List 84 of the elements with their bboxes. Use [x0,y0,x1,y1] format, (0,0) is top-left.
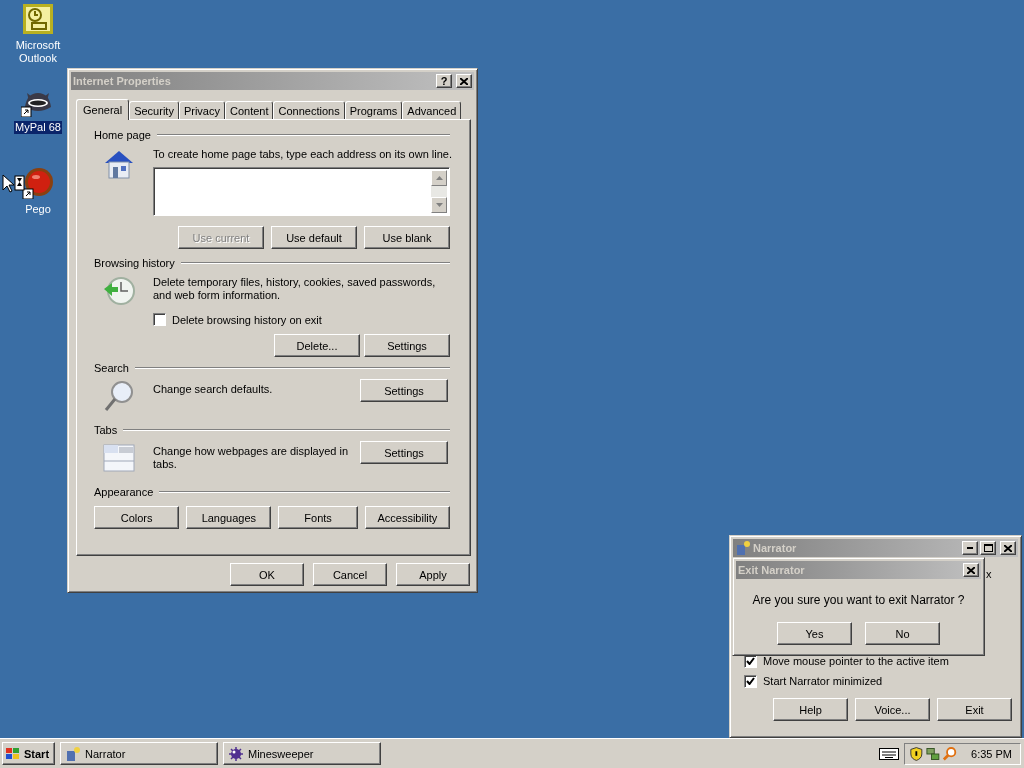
appearance-button[interactable]: Fonts [278,506,358,529]
ball-icon[interactable] [22,167,54,199]
scroll-down-button[interactable] [431,197,447,213]
appearance-button[interactable]: Languages [186,506,272,529]
outlook-icon[interactable] [22,3,54,35]
tab[interactable]: Content [224,101,274,119]
maximize-icon [983,544,993,552]
window-title: Internet Properties [73,75,172,87]
dialog-button[interactable]: Apply [396,563,470,586]
mine-icon [228,745,244,762]
checkbox[interactable] [153,313,166,326]
tab[interactable]: Privacy [178,101,225,119]
tabs-description: Change how webpages are displayed in tabs. [153,445,350,471]
appearance-button[interactable]: Colors [94,506,180,529]
confirmation-message: Are you sure you want to exit Narrator ? [751,593,966,607]
group-title: Search [94,362,129,374]
narrator-icon [65,745,81,762]
minimize-button[interactable] [962,541,978,555]
appearance-button[interactable]: Accessibility [364,506,450,529]
taskbar-button[interactable]: Minesweeper [223,742,381,765]
close-icon [1004,544,1012,552]
checkbox-label: Delete browsing history on exit [172,313,322,326]
home-page-button[interactable]: Use blank [364,226,450,249]
keyboard-icon[interactable] [879,747,899,760]
narrator-icon [735,540,751,556]
windows-logo-icon [5,746,21,761]
group-title: Browsing history [94,257,175,269]
shield-icon[interactable] [909,745,924,762]
checkbox[interactable] [744,674,757,688]
magnifier-icon[interactable] [942,745,957,762]
group-title: Appearance [94,486,154,498]
maximize-button[interactable] [980,541,996,555]
tab[interactable]: Programs [344,101,403,119]
tabs-settings-button[interactable]: Settings [360,441,448,464]
network-icon[interactable] [925,745,941,762]
hidden-text-fragment: x [986,568,992,580]
check-icon [746,657,755,665]
desktop-icon-label[interactable]: Pego [7,203,69,216]
home-page-button[interactable]: Use default [271,226,357,249]
close-button[interactable] [1000,541,1016,555]
scroll-track[interactable] [431,186,447,197]
close-icon [460,77,468,85]
checkbox-label: Move mouse pointer to the active item [763,655,949,667]
browsing-history-button[interactable]: Settings [364,334,450,357]
dialog-button[interactable]: Cancel [313,563,387,586]
check-icon [746,677,755,685]
close-button[interactable] [963,563,979,577]
group-title: Tabs [94,424,118,436]
start-button[interactable]: Start [2,742,55,765]
desktop-icon-label[interactable]: Microsoft Outlook [7,39,69,65]
action-button[interactable]: Voice... [855,698,930,721]
taskbar-button[interactable]: Narrator [60,742,218,765]
desktop-icon-label[interactable]: MyPal 68 [14,121,62,134]
up-arrow-icon [435,176,443,180]
tabbed-window-icon [100,441,138,473]
scroll-up-button[interactable] [431,170,447,186]
checkbox-label: Start Narrator minimized [763,675,883,687]
browsing-history-button[interactable]: Delete... [274,334,360,357]
tab[interactable]: Connections [273,101,345,119]
minimize-icon [967,547,973,549]
group-title: Home page [94,129,151,141]
down-arrow-icon [435,203,443,207]
tab[interactable]: Advanced [402,101,462,119]
window-title: Narrator [753,542,798,554]
dialog-button[interactable]: No [865,622,940,645]
narrator-option-checkbox[interactable]: Start Narrator minimized [744,671,1018,691]
window-title: Exit Narrator [738,564,806,576]
browsing-history-description: Delete temporary files, history, cookies, saved passwords, and web form information. [153,276,437,302]
action-button[interactable]: Help [773,698,848,721]
dialog-button[interactable]: OK [230,563,304,586]
search-settings-button[interactable]: Settings [360,379,448,402]
close-button[interactable] [456,74,472,88]
search-description: Change search defaults. [153,383,274,396]
delete-on-exit-checkbox[interactable]: Delete browsing history on exit [153,313,443,326]
help-button[interactable]: ? [436,74,452,88]
tab[interactable]: General [76,99,130,120]
home-page-instructions: To create home page tabs, type each address on its own line. [153,148,452,161]
home-page-text-area[interactable] [153,167,450,216]
close-icon [967,566,975,574]
action-button[interactable]: Exit [937,698,1012,721]
dialog-button[interactable]: Yes [777,622,852,645]
clock: 6:35 PM [971,747,1012,760]
busy-cursor-icon [2,174,26,194]
tab[interactable]: Security [129,101,179,119]
